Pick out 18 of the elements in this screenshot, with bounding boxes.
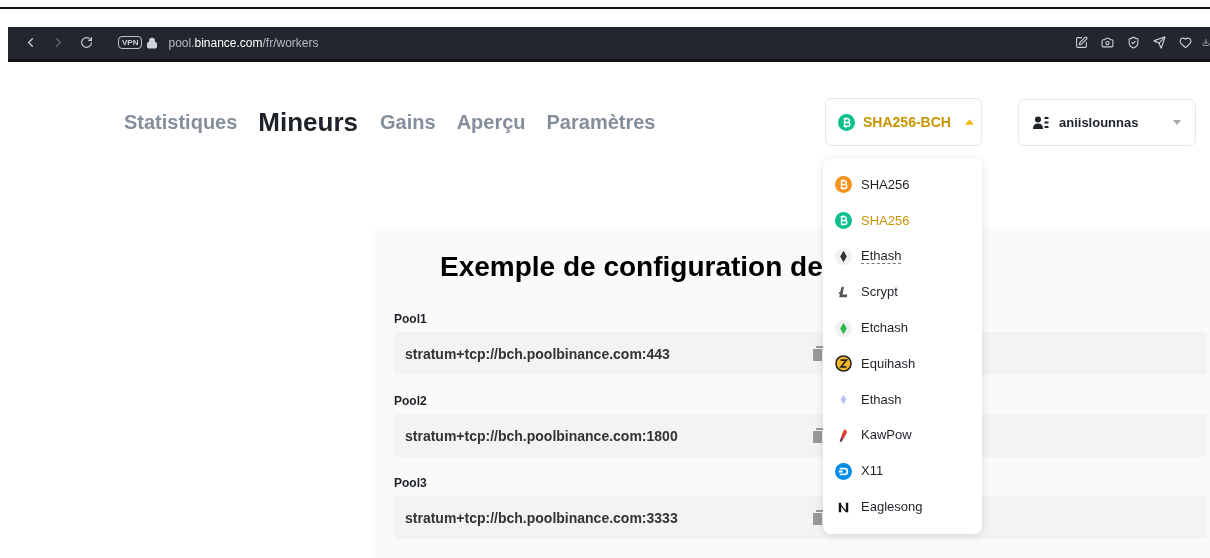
camera-icon[interactable] [1098,36,1116,50]
address-bar[interactable]: pool.binance.com/fr/workers [168,35,319,50]
copy-icon[interactable] [813,428,825,443]
algorithm-option[interactable]: Ethash [823,238,982,275]
user-list-icon [1033,115,1049,129]
section-title: Exemple de configuration de [440,251,823,283]
caret-icon [1173,119,1181,125]
account-select[interactable]: aniislounnas [1018,98,1196,146]
vpn-badge[interactable]: VPN [118,36,143,50]
copy-icon[interactable] [813,346,825,361]
copy-icon[interactable] [813,510,825,525]
pool-label: Pool1 [394,312,427,326]
algorithm-option[interactable]: SHA256 [823,167,982,203]
algorithm-option[interactable]: Scrypt [823,274,982,311]
nav-tab[interactable]: Mineurs [258,106,359,138]
pool-label: Pool2 [394,394,427,408]
algorithm-option[interactable]: KawPow [823,417,982,454]
pool-label: Pool3 [394,476,427,490]
